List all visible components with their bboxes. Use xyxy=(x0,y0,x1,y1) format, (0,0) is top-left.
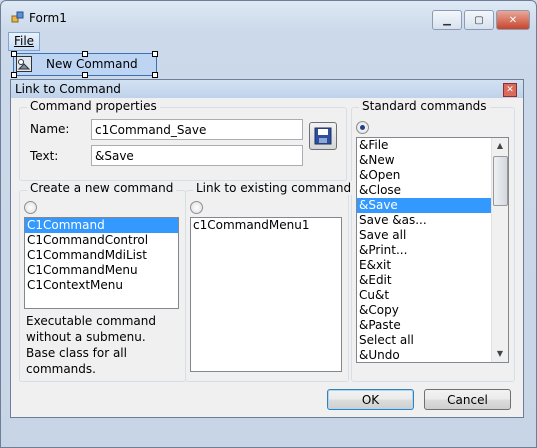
list-item[interactable]: &Copy xyxy=(357,303,508,318)
list-item[interactable]: C1ContextMenu xyxy=(25,278,178,293)
list-item[interactable]: Select all xyxy=(357,333,508,348)
resize-handle[interactable] xyxy=(152,72,158,78)
cancel-button[interactable]: Cancel xyxy=(424,389,511,410)
list-item[interactable]: C1CommandMenu xyxy=(25,263,178,278)
standard-commands-items: &File &New &Open &Close &Save Save &as... Save… xyxy=(357,138,508,362)
list-item[interactable]: &Edit xyxy=(357,273,508,288)
create-new-command-legend: Create a new command xyxy=(27,181,177,195)
link-existing-command-radio[interactable] xyxy=(190,201,203,214)
list-item[interactable]: Save all xyxy=(357,228,508,243)
list-item[interactable]: &Open xyxy=(357,168,508,183)
scroll-thumb[interactable] xyxy=(493,156,508,206)
new-command-menu-item[interactable]: New Command xyxy=(11,51,158,78)
save-icon xyxy=(314,127,332,145)
maximize-icon: ▢ xyxy=(474,14,484,26)
command-icon xyxy=(16,56,32,72)
window-title: Form1 xyxy=(29,11,67,25)
dialog-close-button[interactable]: ✕ xyxy=(503,83,517,97)
new-command-label: New Command xyxy=(46,57,138,71)
close-icon: ✕ xyxy=(508,14,518,26)
standard-commands-radio[interactable] xyxy=(356,121,369,134)
list-item[interactable]: C1CommandMdiList xyxy=(25,248,178,263)
scroll-up-arrow-icon[interactable]: ▲ xyxy=(492,138,508,154)
link-existing-command-items: c1CommandMenu1 xyxy=(191,218,341,233)
create-new-command-items: C1Command C1CommandControl C1CommandMdiLis… xyxy=(25,218,178,293)
list-item[interactable]: &Paste xyxy=(357,318,508,333)
create-new-command-list[interactable]: C1Command C1CommandControl C1CommandMdiLis… xyxy=(24,217,179,309)
text-field[interactable]: &Save xyxy=(91,145,303,166)
scrollbar[interactable]: ▲ ▼ xyxy=(491,138,508,362)
list-item[interactable]: &Close xyxy=(357,183,508,198)
link-to-command-dialog: Link to Command ✕ Command properties Nam… xyxy=(10,79,524,418)
list-item[interactable]: &Undo xyxy=(357,348,508,362)
resize-handle[interactable] xyxy=(11,72,17,78)
list-item[interactable]: &New xyxy=(357,153,508,168)
resize-handle[interactable] xyxy=(82,72,88,78)
scroll-down-arrow-icon[interactable]: ▼ xyxy=(492,346,508,362)
list-item[interactable]: &File xyxy=(357,138,508,153)
maximize-button[interactable]: ▢ xyxy=(464,10,494,30)
minimize-icon: ▁ xyxy=(443,14,451,26)
resize-handle[interactable] xyxy=(152,51,158,57)
menu-file[interactable]: File xyxy=(8,32,40,51)
list-item[interactable]: C1CommandControl xyxy=(25,233,178,248)
list-item[interactable]: Cu&t xyxy=(357,288,508,303)
list-item[interactable]: &Print... xyxy=(357,243,508,258)
command-description: Executable command without a submenu. Ba… xyxy=(26,314,157,376)
dialog-title: Link to Command xyxy=(15,82,121,96)
list-item[interactable]: &Save xyxy=(357,198,508,213)
minimize-button[interactable]: ▁ xyxy=(432,10,462,30)
standard-commands-legend: Standard commands xyxy=(359,99,490,113)
list-item[interactable]: Save &as... xyxy=(357,213,508,228)
create-new-command-radio[interactable] xyxy=(24,201,37,214)
ok-button[interactable]: OK xyxy=(327,389,414,410)
save-button[interactable] xyxy=(309,122,337,150)
standard-commands-list[interactable]: &File &New &Open &Close &Save Save &as... Save… xyxy=(356,137,509,363)
window-close-button[interactable]: ✕ xyxy=(496,10,530,30)
name-label: Name: xyxy=(30,122,70,136)
list-item[interactable]: E&xit xyxy=(357,258,508,273)
text-label: Text: xyxy=(30,149,59,163)
resize-handle[interactable] xyxy=(82,51,88,57)
link-existing-command-legend: Link to existing command xyxy=(193,181,355,195)
close-icon: ✕ xyxy=(506,85,514,95)
form-icon xyxy=(11,11,24,23)
list-item[interactable]: c1CommandMenu1 xyxy=(191,218,341,233)
command-properties-legend: Command properties xyxy=(27,99,160,113)
name-field[interactable]: c1Command_Save xyxy=(91,119,303,140)
link-existing-command-list[interactable]: c1CommandMenu1 xyxy=(190,217,342,372)
menu-bar xyxy=(7,31,530,51)
dialog-titlebar: Link to Command ✕ xyxy=(11,80,523,98)
list-item[interactable]: C1Command xyxy=(25,218,178,233)
resize-handle[interactable] xyxy=(11,51,17,57)
